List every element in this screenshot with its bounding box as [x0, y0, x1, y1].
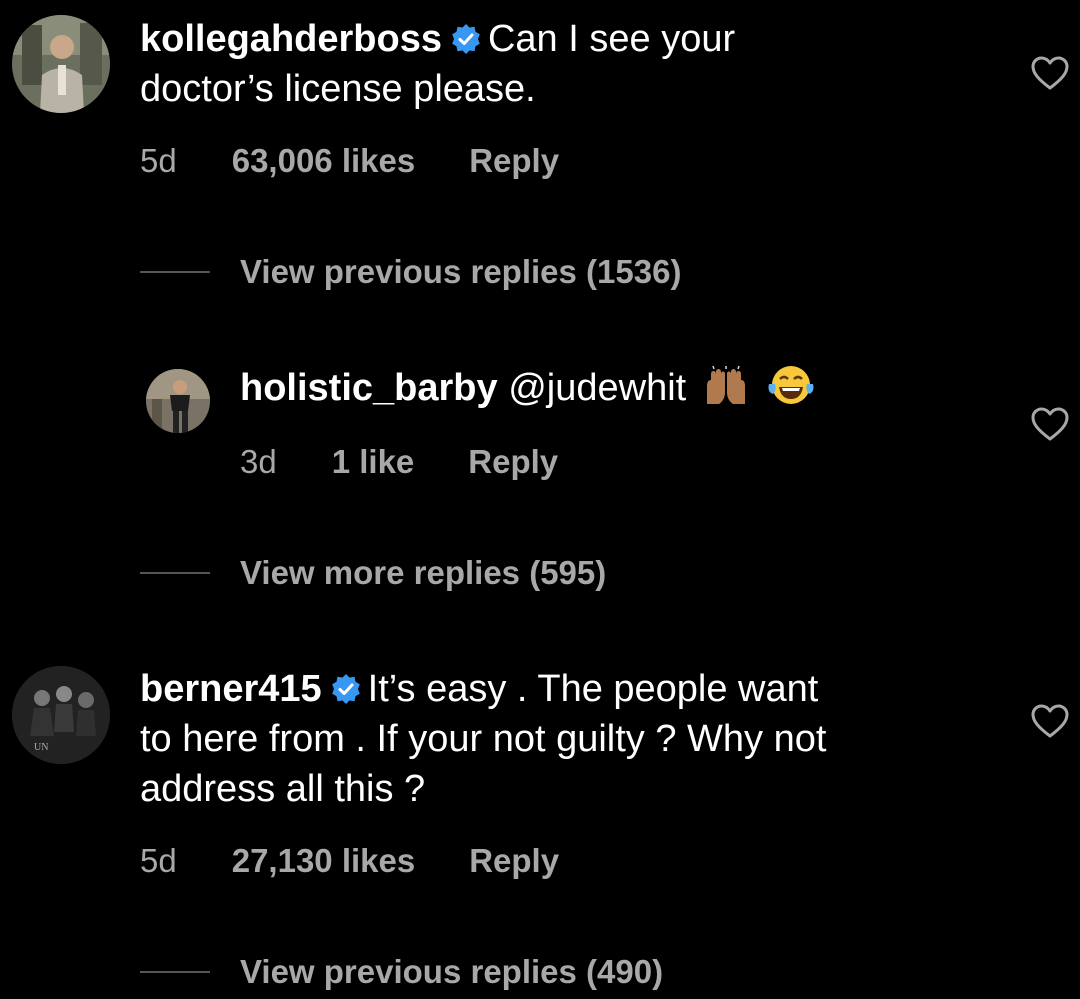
view-previous-replies-button[interactable]: View previous replies (490) [140, 953, 663, 991]
timestamp: 3d [240, 443, 277, 480]
comment-text: It’s easy . The people want [367, 668, 819, 710]
avatar-photo: UN [12, 666, 110, 764]
avatar[interactable] [146, 369, 210, 433]
avatar-photo [146, 369, 210, 433]
comment-meta: 5d 63,006 likes Reply [140, 142, 559, 180]
reply-button[interactable]: Reply [469, 842, 559, 880]
reply-body: holistic_barby @judewhit [240, 363, 1000, 413]
reply-button[interactable]: Reply [469, 142, 559, 180]
likes-count[interactable]: 1 like [332, 443, 415, 481]
heart-icon[interactable] [1030, 55, 1070, 91]
divider-line [140, 971, 210, 973]
heart-icon[interactable] [1030, 703, 1070, 739]
comment-text: doctor’s license please. [140, 68, 536, 110]
reply-meta: 3d 1 like Reply [240, 443, 558, 481]
comment-body: kollegahderboss Can I see your doctor’s l… [140, 14, 1000, 114]
username[interactable]: berner415 [140, 668, 322, 710]
view-replies-label: View more replies (595) [240, 554, 607, 591]
reply-button[interactable]: Reply [468, 443, 558, 481]
view-replies-label: View previous replies (490) [240, 953, 664, 990]
divider-line [140, 572, 210, 574]
tears-of-joy-emoji [768, 366, 814, 404]
comment-body: berner415 It’s easy . The people want to … [140, 664, 1020, 814]
username[interactable]: kollegahderboss [140, 18, 442, 60]
raising-hands-emoji [706, 366, 745, 404]
comment-text: to here from . If your not guilty ? Why … [140, 718, 827, 760]
heart-icon[interactable] [1030, 406, 1070, 442]
avatar[interactable]: UN [12, 666, 110, 764]
divider-line [140, 271, 210, 273]
comment-text: address all this ? [140, 768, 426, 810]
comment-meta: 5d 27,130 likes Reply [140, 842, 559, 880]
avatar-photo [12, 15, 110, 113]
mention-link[interactable]: @judewhit [508, 367, 686, 409]
likes-count[interactable]: 63,006 likes [232, 142, 416, 180]
likes-count[interactable]: 27,130 likes [232, 842, 416, 880]
view-more-replies-button[interactable]: View more replies (595) [140, 554, 606, 592]
verified-badge-icon [452, 24, 480, 54]
username[interactable]: holistic_barby [240, 367, 498, 409]
timestamp: 5d [140, 142, 177, 179]
view-previous-replies-button[interactable]: View previous replies (1536) [140, 253, 681, 291]
svg-text:UN: UN [34, 742, 48, 753]
view-replies-label: View previous replies (1536) [240, 253, 682, 290]
avatar[interactable] [12, 15, 110, 113]
comment-text: Can I see your [487, 18, 736, 60]
verified-badge-icon [331, 674, 360, 704]
timestamp: 5d [140, 842, 177, 879]
